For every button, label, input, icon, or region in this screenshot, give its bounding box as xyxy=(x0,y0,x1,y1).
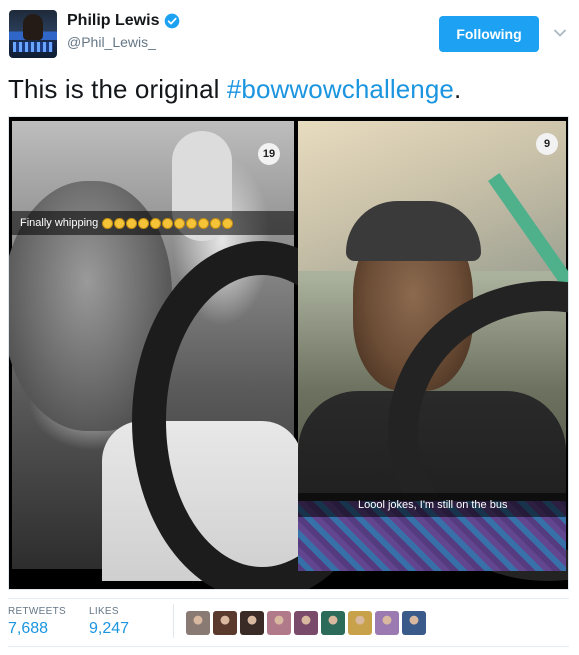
bottom-divider xyxy=(8,646,569,647)
right-photo: 9 Loool jokes, I'm still on the bus xyxy=(298,121,568,581)
right-photo-caption: Loool jokes, I'm still on the bus xyxy=(298,493,566,517)
stats-divider xyxy=(8,598,569,599)
liker-avatar[interactable] xyxy=(402,611,426,635)
chevron-down-icon[interactable] xyxy=(552,25,568,41)
liker-avatar[interactable] xyxy=(348,611,372,635)
retweets-stat[interactable]: RETWEETS 7,688 xyxy=(8,606,66,638)
liker-avatar[interactable] xyxy=(321,611,345,635)
avatar-person xyxy=(23,14,43,40)
left-photo-counter: 19 xyxy=(258,143,280,165)
left-photo-caption: Finally whipping xyxy=(12,211,294,235)
likes-count[interactable]: 9,247 xyxy=(89,620,129,638)
liker-avatar[interactable] xyxy=(240,611,264,635)
avatar[interactable] xyxy=(9,10,57,58)
left-photo-caption-text: Finally whipping xyxy=(20,217,99,229)
hashtag-link[interactable]: #bowwowchallenge xyxy=(227,74,454,104)
verified-badge-icon xyxy=(165,13,180,29)
likers-avatars xyxy=(186,611,426,635)
liker-avatar[interactable] xyxy=(294,611,318,635)
right-photo-caption-text: Loool jokes, I'm still on the bus xyxy=(358,499,508,511)
user-handle[interactable]: @Phil_Lewis_ xyxy=(67,34,156,50)
liker-avatar[interactable] xyxy=(213,611,237,635)
right-photo-counter: 9 xyxy=(536,133,558,155)
likes-stat[interactable]: LIKES 9,247 xyxy=(89,606,129,638)
retweets-count[interactable]: 7,688 xyxy=(8,620,66,638)
stats-separator xyxy=(173,604,174,638)
tweet-text-prefix: This is the original xyxy=(8,74,227,104)
liker-avatar[interactable] xyxy=(375,611,399,635)
sunglasses-emoji-icon xyxy=(102,217,234,229)
left-photo: 19 Finally whipping xyxy=(9,121,392,589)
tweet-media[interactable]: 19 Finally whipping 9 Loool jokes, I'm s… xyxy=(8,116,569,590)
tweet-card: Philip Lewis @Phil_Lewis_ Following This… xyxy=(0,0,579,655)
avatar-screen xyxy=(13,42,53,52)
liker-avatar[interactable] xyxy=(267,611,291,635)
name-row: Philip Lewis xyxy=(67,12,180,30)
tweet-text: This is the original #bowwowchallenge. xyxy=(8,72,461,106)
retweets-label: RETWEETS xyxy=(8,606,66,617)
display-name[interactable]: Philip Lewis xyxy=(67,12,159,30)
likes-label: LIKES xyxy=(89,606,119,617)
following-button[interactable]: Following xyxy=(439,16,539,52)
liker-avatar[interactable] xyxy=(186,611,210,635)
tweet-text-suffix: . xyxy=(453,74,462,104)
